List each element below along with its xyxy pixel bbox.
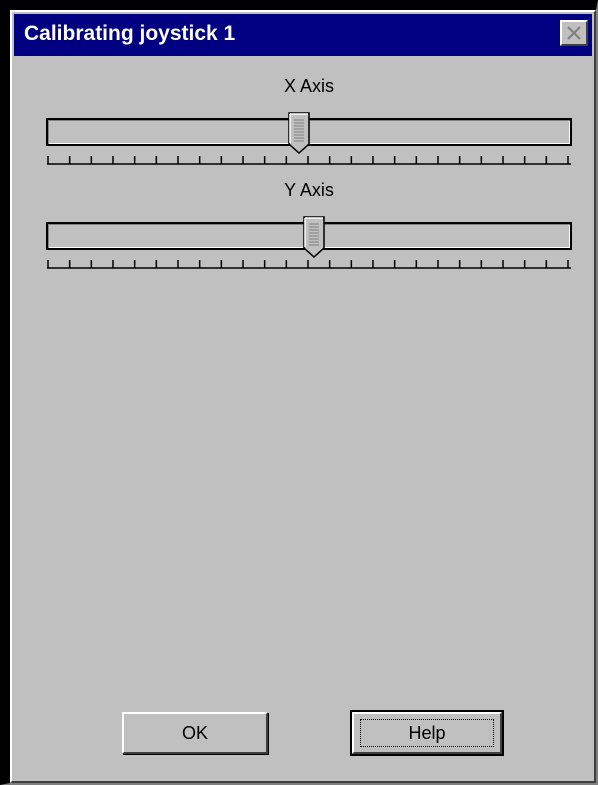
y-axis-label: Y Axis: [284, 180, 334, 200]
window-title: Calibrating joystick 1: [24, 22, 236, 45]
x-axis-slider-thumb[interactable]: [288, 112, 310, 154]
close-button[interactable]: [560, 20, 588, 46]
ok-button-label: OK: [181, 722, 208, 743]
title-bar[interactable]: Calibrating joystick 1: [14, 14, 592, 56]
window-frame: Calibrating joystick 1 X Axis Y Axis OK …: [10, 10, 596, 783]
x-axis-label: X Axis: [283, 76, 335, 96]
close-icon: [567, 26, 581, 40]
calibration-dialog: Calibrating joystick 1 X Axis Y Axis OK …: [0, 0, 598, 785]
y-axis-tick-marks: [47, 260, 571, 269]
focus-ring: [360, 719, 494, 747]
help-button[interactable]: Help: [350, 710, 504, 756]
y-axis-slider-thumb[interactable]: [303, 216, 325, 258]
ok-button[interactable]: OK: [122, 712, 268, 754]
x-axis-tick-marks: [47, 156, 571, 165]
